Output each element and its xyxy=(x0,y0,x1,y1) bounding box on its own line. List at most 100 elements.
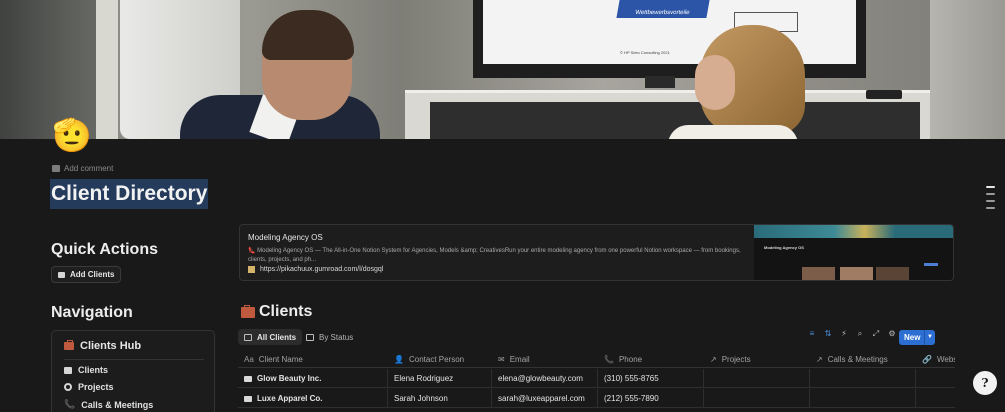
chevron-down-icon[interactable]: ▼ xyxy=(924,330,935,345)
thumbnail-banner xyxy=(754,225,953,238)
building-icon xyxy=(58,271,65,278)
thumbnail-photo xyxy=(876,267,909,280)
cell-projects[interactable] xyxy=(704,389,810,408)
column-label: Client Name xyxy=(258,354,303,364)
cover-tv-stand xyxy=(645,76,675,88)
nav-item-projects[interactable]: Projects xyxy=(64,382,114,392)
cell-projects[interactable] xyxy=(704,369,810,388)
bookmark-description-text: Modeling Agency OS — The All-in-One Noti… xyxy=(248,248,741,263)
filter-icon[interactable]: ≡ xyxy=(808,330,816,338)
clients-hub-link[interactable]: Clients Hub xyxy=(64,340,141,352)
cell-contact[interactable]: Sarah Johnson xyxy=(388,389,492,408)
bookmark-url-text: https://pikachuux.gumroad.com/l/dosgql xyxy=(260,266,384,273)
column-header[interactable]: 📞 Phone xyxy=(598,350,704,368)
thumbnail-title: Modeling Agency OS xyxy=(764,245,804,250)
page-title[interactable]: Client Directory xyxy=(50,179,209,209)
table-of-contents-outline[interactable] xyxy=(986,186,996,214)
add-clients-label: Add Clients xyxy=(70,270,115,279)
cover-door xyxy=(96,0,118,139)
table-row[interactable]: Glow Beauty Inc. Elena Rodriguez elena@g… xyxy=(238,369,955,388)
cell-phone[interactable]: (310) 555-8765 xyxy=(598,369,704,388)
phone-icon: 📞 xyxy=(64,399,76,409)
heel-icon: 👠 xyxy=(248,248,256,254)
search-icon[interactable]: ⌕ xyxy=(856,330,864,338)
column-header[interactable]: ↗ Projects xyxy=(704,350,810,368)
bookmark-url: https://pikachuux.gumroad.com/l/dosgql xyxy=(248,266,383,273)
nav-item-clients[interactable]: Clients xyxy=(64,365,108,375)
add-comment-label: Add comment xyxy=(64,164,114,173)
outline-line[interactable] xyxy=(986,193,995,195)
thumbnail-bar xyxy=(924,263,938,266)
cell-calls-meetings[interactable] xyxy=(810,389,916,408)
building-icon xyxy=(64,366,72,374)
column-header[interactable]: Aa Client Name xyxy=(238,350,388,368)
cover-wall-right xyxy=(930,0,1005,139)
cell-calls-meetings[interactable] xyxy=(810,369,916,388)
text-icon: Aa xyxy=(244,354,254,364)
briefcase-icon xyxy=(241,304,255,318)
database-title[interactable]: Clients xyxy=(241,303,312,321)
cell-phone[interactable]: (212) 555-7890 xyxy=(598,389,704,408)
cover-screen-footer: © HP Sieto Consulting 2021 xyxy=(620,50,670,55)
tab-label: All Clients xyxy=(257,332,297,342)
sort-icon[interactable]: ⇅ xyxy=(824,330,832,338)
navigation-heading: Navigation xyxy=(51,304,133,321)
table-row[interactable]: Luxe Apparel Co. Sarah Johnson sarah@lux… xyxy=(238,389,955,408)
navigation-callout: Clients Hub Clients Projects 📞 Calls & M… xyxy=(51,330,215,412)
cell-website[interactable] xyxy=(916,389,955,408)
briefcase-icon xyxy=(64,340,74,350)
cover-woman-face xyxy=(695,55,735,110)
comment-icon xyxy=(52,165,60,172)
database-title-label: Clients xyxy=(259,303,313,320)
help-button[interactable]: ? xyxy=(973,371,997,395)
database-toolbar: ≡ ⇅ ⚡ ⌕ ⤢ ⚙ xyxy=(808,330,896,338)
divider xyxy=(64,359,204,360)
cell-text: Luxe Apparel Co. xyxy=(257,394,323,403)
page-emoji-icon[interactable]: 🫡 xyxy=(52,116,92,154)
cell-client-name[interactable]: Glow Beauty Inc. xyxy=(238,369,388,388)
cover-man-hair xyxy=(262,10,354,60)
bookmark-description: 👠 Modeling Agency OS — The All-in-One No… xyxy=(248,247,748,265)
column-header[interactable]: 🔗 Websi xyxy=(916,350,955,368)
favicon-icon xyxy=(248,266,255,273)
table-icon xyxy=(244,333,252,341)
automation-icon[interactable]: ⚡ xyxy=(840,330,848,338)
new-button[interactable]: New ▼ xyxy=(899,330,935,345)
board-icon xyxy=(306,333,314,341)
cell-client-name[interactable]: Luxe Apparel Co. xyxy=(238,389,388,408)
person-icon: 👤 xyxy=(394,354,404,364)
outline-line[interactable] xyxy=(986,186,995,188)
bookmark-thumbnail: Modeling Agency OS xyxy=(754,225,953,280)
quick-actions-heading: Quick Actions xyxy=(51,241,158,258)
tab-by-status[interactable]: By Status xyxy=(300,329,359,345)
settings-icon[interactable]: ⚙ xyxy=(888,330,896,338)
cell-contact[interactable]: Elena Rodriguez xyxy=(388,369,492,388)
tab-all-clients[interactable]: All Clients xyxy=(238,329,303,345)
nav-item-calls-meetings[interactable]: 📞 Calls & Meetings xyxy=(64,399,153,410)
cover-screen-label: Wettbewerbsvorteile xyxy=(616,0,710,18)
cover-woman-shirt xyxy=(668,125,798,139)
column-header[interactable]: ↗ Calls & Meetings xyxy=(810,350,916,368)
column-label: Contact Person xyxy=(408,354,465,364)
expand-icon[interactable]: ⤢ xyxy=(872,330,880,338)
tab-label: By Status xyxy=(319,332,354,342)
web-bookmark[interactable]: Modeling Agency OS 👠 Modeling Agency OS … xyxy=(239,224,954,281)
bookmark-title: Modeling Agency OS xyxy=(248,233,323,242)
outline-line[interactable] xyxy=(986,200,995,202)
add-clients-button[interactable]: Add Clients xyxy=(51,266,122,283)
column-header[interactable]: ✉ Email xyxy=(492,350,598,368)
phone-icon: 📞 xyxy=(604,354,614,364)
building-icon xyxy=(244,395,252,402)
cell-website[interactable] xyxy=(916,369,955,388)
cell-email[interactable]: elena@glowbeauty.com xyxy=(492,369,598,388)
column-header[interactable]: 👤 Contact Person xyxy=(388,350,492,368)
cover-image: Wettbewerbsvorteile © HP Sieto Consultin… xyxy=(0,0,1005,139)
cell-email[interactable]: sarah@luxeapparel.com xyxy=(492,389,598,408)
clients-hub-label: Clients Hub xyxy=(80,340,142,352)
relation-icon: ↗ xyxy=(816,354,823,364)
outline-line[interactable] xyxy=(986,207,995,209)
target-icon xyxy=(64,383,72,391)
mail-icon: ✉ xyxy=(498,354,505,364)
column-label: Projects xyxy=(721,354,751,364)
add-comment-button[interactable]: Add comment xyxy=(52,164,113,173)
